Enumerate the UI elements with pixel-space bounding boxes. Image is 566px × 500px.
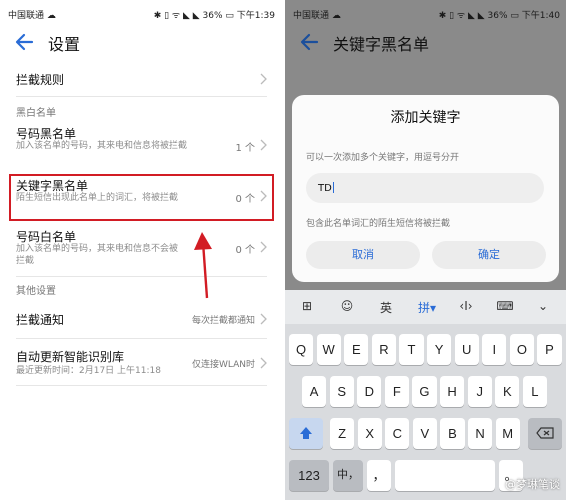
keyword-blacklist-screen: 中国联通 ☁ ✱ ▯ ᯤ ◣ ◣ 36% ▭ 下午1:40 关键字黑名单 添加关…	[285, 0, 566, 500]
pinyin-mode-button[interactable]: 拼▾	[412, 299, 442, 316]
cancel-button[interactable]: 取消	[306, 241, 420, 269]
key-l[interactable]: L	[522, 376, 547, 407]
key-p[interactable]: P	[537, 334, 562, 365]
add-keyword-dialog: 添加关键字 可以一次添加多个关键字，用逗号分开 TD 包含此名单词汇的陌生短信将…	[292, 95, 559, 282]
keyboard-icon[interactable]: ⌨	[493, 299, 517, 313]
keyword-input[interactable]: TD	[306, 173, 544, 203]
key-m[interactable]: M	[495, 418, 520, 449]
key-y[interactable]: Y	[427, 334, 452, 365]
back-arrow-icon[interactable]	[14, 31, 36, 53]
divider	[16, 96, 267, 97]
key-u[interactable]: U	[454, 334, 479, 365]
chevron-right-icon	[260, 313, 267, 325]
status-bar: 中国联通 ☁ ✱ ▯ ᯤ ◣ ◣ 36% ▭ 下午1:40	[285, 0, 566, 26]
title-bar: 设置	[0, 26, 281, 60]
page-title: 关键字黑名单	[333, 35, 430, 54]
auto-update-item[interactable]: 自动更新智能识别库 最近更新时间：2月17日 上午11:18 仅连接WLAN时	[0, 344, 281, 384]
key-v[interactable]: V	[412, 418, 437, 449]
key-r[interactable]: R	[371, 334, 396, 365]
keyboard-toolbar: ⊞ ☺ 英 拼▾ ‹I› ⌨ ⌄	[285, 290, 566, 324]
number-blacklist-item[interactable]: 号码黑名单 加入该名单的号码，其来电和信息将被拦截 1 个	[0, 120, 281, 170]
status-bar: 中国联通 ☁ ✱ ▯ ᯤ ◣ ◣ 36% ▭ 下午1:39	[0, 0, 281, 26]
number-whitelist-item[interactable]: 号码白名单 加入该名单的号码，其来电和信息不会被拦截 0 个	[0, 225, 281, 275]
grid-icon[interactable]: ⊞	[295, 299, 319, 313]
intercept-notify-value: 每次拦截都通知	[191, 316, 255, 326]
section-header-blacklist: 黑白名单	[16, 108, 56, 119]
auto-update-desc: 最近更新时间：2月17日 上午11:18	[16, 366, 161, 376]
key-k[interactable]: K	[495, 376, 520, 407]
auto-update-title: 自动更新智能识别库	[16, 350, 125, 364]
dialog-note: 包含此名单词汇的陌生短信将被拦截	[306, 219, 451, 229]
settings-screen: 中国联通 ☁ ✱ ▯ ᯤ ◣ ◣ 36% ▭ 下午1:39 设置 拦截规则 黑白…	[0, 0, 281, 500]
divider	[16, 385, 267, 386]
key-n[interactable]: N	[468, 418, 493, 449]
carrier-label: 中国联通 ☁	[8, 11, 56, 21]
shift-key[interactable]	[289, 418, 323, 449]
keyword-input-value: TD	[318, 183, 332, 194]
carrier-label: 中国联通 ☁	[293, 11, 341, 21]
key-x[interactable]: X	[357, 418, 382, 449]
number-whitelist-count: 0 个	[235, 245, 255, 256]
emoji-icon[interactable]: ☺	[335, 299, 359, 313]
key-g[interactable]: G	[412, 376, 437, 407]
key-a[interactable]: A	[302, 376, 327, 407]
chevron-right-icon	[260, 139, 267, 151]
number-blacklist-desc: 加入该名单的号码，其来电和信息将被拦截	[16, 141, 188, 151]
divider	[16, 338, 267, 339]
confirm-button[interactable]: 确定	[432, 241, 546, 269]
watermark: @梦琳笔谈	[505, 478, 560, 491]
english-mode-button[interactable]: 英	[374, 299, 398, 316]
key-z[interactable]: Z	[330, 418, 355, 449]
backspace-key[interactable]	[528, 418, 562, 449]
chevron-right-icon	[260, 357, 267, 369]
chevron-right-icon	[260, 73, 267, 85]
key-t[interactable]: T	[399, 334, 424, 365]
key-d[interactable]: D	[357, 376, 382, 407]
intercept-notify-title: 拦截通知	[16, 313, 65, 327]
status-right: ✱ ▯ ᯤ ◣ ◣ 36% ▭ 下午1:39	[153, 11, 275, 21]
chinese-punct-key[interactable]: 中，	[333, 460, 363, 491]
back-arrow-icon[interactable]	[299, 31, 321, 53]
comma-key[interactable]: ，	[367, 460, 391, 491]
key-c[interactable]: C	[385, 418, 410, 449]
keyboard: ⊞ ☺ 英 拼▾ ‹I› ⌨ ⌄ QWERTYUIOP ASDFGHJKL ZXCV…	[285, 290, 566, 500]
intercept-rules-item[interactable]: 拦截规则	[0, 62, 281, 96]
dialog-title: 添加关键字	[390, 110, 461, 126]
status-right: ✱ ▯ ᯤ ◣ ◣ 36% ▭ 下午1:40	[438, 11, 560, 21]
key-w[interactable]: W	[316, 334, 341, 365]
number-blacklist-count: 1 个	[235, 143, 255, 154]
chevron-right-icon	[260, 241, 267, 253]
cursor-icon[interactable]: ‹I›	[451, 299, 481, 313]
key-s[interactable]: S	[329, 376, 354, 407]
section-header-other: 其他设置	[16, 286, 56, 297]
page-title: 设置	[48, 35, 81, 54]
text-caret	[332, 182, 334, 193]
dialog-hint: 可以一次添加多个关键字，用逗号分开	[306, 153, 460, 163]
key-o[interactable]: O	[509, 334, 534, 365]
title-bar: 关键字黑名单	[285, 26, 566, 60]
auto-update-value: 仅连接WLAN时	[191, 360, 255, 370]
numeric-key[interactable]: 123	[289, 460, 329, 491]
collapse-icon[interactable]: ⌄	[531, 299, 555, 313]
annotation-arrow	[194, 232, 212, 299]
backspace-icon	[536, 427, 554, 439]
key-e[interactable]: E	[344, 334, 369, 365]
shift-icon	[300, 427, 312, 439]
key-i[interactable]: I	[482, 334, 507, 365]
number-whitelist-desc: 加入该名单的号码，其来电和信息不会被拦截	[16, 244, 179, 266]
key-f[interactable]: F	[384, 376, 409, 407]
intercept-notify-item[interactable]: 拦截通知 每次拦截都通知	[0, 300, 281, 338]
highlight-box	[9, 174, 274, 221]
intercept-rules-label: 拦截规则	[16, 73, 65, 87]
space-key[interactable]	[395, 460, 495, 491]
key-h[interactable]: H	[440, 376, 465, 407]
key-b[interactable]: B	[440, 418, 465, 449]
key-q[interactable]: Q	[289, 334, 314, 365]
key-j[interactable]: J	[467, 376, 492, 407]
